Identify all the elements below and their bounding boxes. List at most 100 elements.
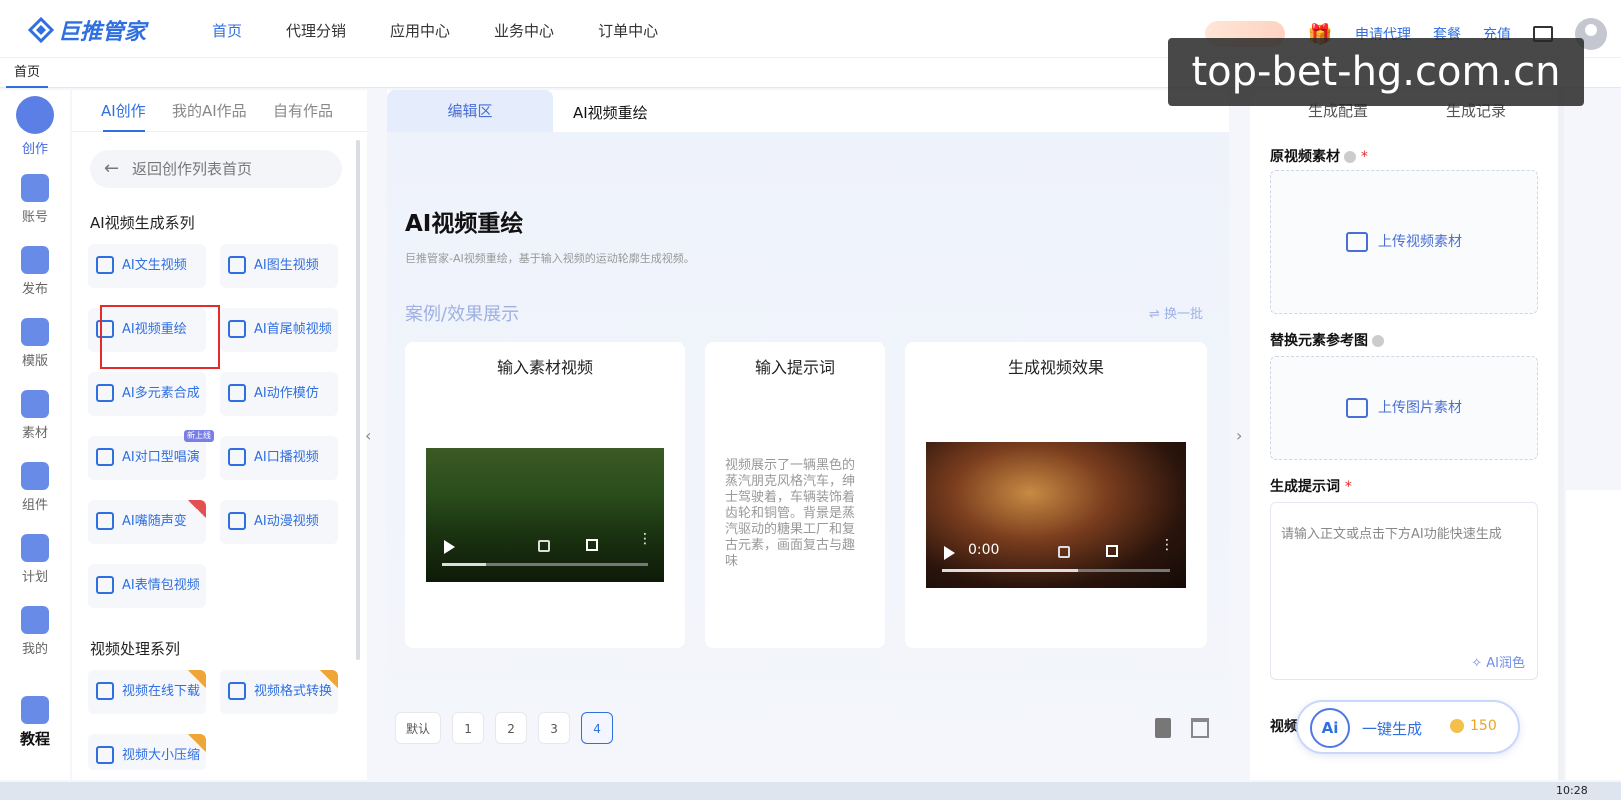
layers-icon bbox=[21, 318, 49, 346]
rail-item-plan[interactable]: 计划 bbox=[0, 534, 70, 585]
page-1[interactable]: 1 bbox=[452, 712, 485, 744]
rail-item-mine[interactable]: 我的 bbox=[0, 606, 70, 657]
publish-icon bbox=[21, 246, 49, 274]
prompt-textarea[interactable]: 请输入正文或点击下方AI功能快速生成 ✧ AI润色 bbox=[1270, 502, 1538, 680]
generate-label: 一键生成 bbox=[1362, 720, 1423, 738]
one-click-generate-button[interactable]: Ai 一键生成 150 bbox=[1296, 700, 1520, 754]
image-upload-icon bbox=[1346, 398, 1368, 418]
btn-emoji-video[interactable]: AI表情包视频 bbox=[88, 564, 206, 608]
info-icon[interactable] bbox=[1372, 335, 1384, 347]
user-add-icon bbox=[21, 174, 49, 202]
tab-ai-create[interactable]: AI创作 bbox=[101, 100, 146, 121]
btn-format-convert[interactable]: 视频格式转换 bbox=[220, 670, 338, 714]
config-panel: 生成配置 生成记录 原视频素材 * 上传视频素材 替换元素参考图 上传图片素材 … bbox=[1250, 90, 1558, 780]
rail-item-component[interactable]: 组件 bbox=[0, 462, 70, 513]
btn-motion-imitate[interactable]: AI动作模仿 bbox=[220, 372, 338, 416]
rail-item-template[interactable]: 模版 bbox=[0, 318, 70, 369]
btn-anime-video[interactable]: AI动漫视频 bbox=[220, 500, 338, 544]
left-panel-scrollbar[interactable] bbox=[356, 140, 360, 660]
progress-bar[interactable] bbox=[942, 569, 1170, 572]
play-icon[interactable] bbox=[944, 546, 955, 560]
tab-my-ai-works[interactable]: 我的AI作品 bbox=[172, 100, 247, 121]
page-4[interactable]: 4 bbox=[581, 712, 614, 744]
nav-orders[interactable]: 订单中心 bbox=[598, 20, 658, 41]
right-scrollbar[interactable] bbox=[1558, 90, 1564, 780]
page-2[interactable]: 2 bbox=[495, 712, 528, 744]
btn-multi-element[interactable]: AI多元素合成 bbox=[88, 372, 206, 416]
card-title: 输入提示词 bbox=[754, 358, 835, 377]
nav-business[interactable]: 业务中心 bbox=[494, 20, 554, 41]
coin-icon bbox=[1450, 719, 1464, 733]
pagination: 默认 1 2 3 4 bbox=[395, 712, 614, 744]
motion-icon bbox=[228, 384, 246, 402]
rail-label: 教程 bbox=[19, 730, 50, 748]
more-icon[interactable]: ⋮ bbox=[1160, 538, 1174, 558]
play-icon[interactable] bbox=[444, 540, 455, 554]
page-3[interactable]: 3 bbox=[538, 712, 571, 744]
btn-lip-sync[interactable]: AI对口型唱演 新上线 bbox=[88, 430, 214, 480]
voice-icon bbox=[96, 512, 114, 530]
tab-current-tool[interactable]: AI视频重绘 bbox=[573, 102, 648, 123]
main-nav: 首页 代理分销 应用中心 业务中心 订单中心 bbox=[212, 20, 658, 41]
input-video-player[interactable]: ⋮ bbox=[426, 448, 664, 582]
rail-label: 模版 bbox=[21, 354, 48, 369]
rail-item-material[interactable]: 素材 bbox=[0, 390, 70, 441]
btn-label: AI多元素合成 bbox=[122, 386, 200, 401]
mp4-icon bbox=[228, 682, 246, 700]
ai-polish-button[interactable]: ✧ AI润色 bbox=[1471, 652, 1525, 671]
back-label: 返回创作列表首页 bbox=[132, 160, 253, 178]
page-default[interactable]: 默认 bbox=[395, 712, 442, 744]
video-upload-icon bbox=[1346, 232, 1368, 252]
btn-video-download[interactable]: 视频在线下载 bbox=[88, 670, 206, 714]
upload-image-prompt: 上传图片素材 bbox=[1271, 397, 1537, 418]
tab-home[interactable]: 首页 bbox=[6, 58, 49, 88]
tab-own-works[interactable]: 自有作品 bbox=[273, 100, 333, 121]
creation-tabs: AI创作 我的AI作品 自有作品 bbox=[72, 90, 367, 132]
card-title: 输入素材视频 bbox=[496, 358, 593, 377]
back-to-list-button[interactable]: ← 返回创作列表首页 bbox=[90, 150, 342, 188]
swap-batch-button[interactable]: ⇌ 换一批 bbox=[1149, 303, 1203, 322]
btn-label: AI表情包视频 bbox=[122, 578, 200, 593]
collapse-left-icon[interactable]: ‹ bbox=[365, 426, 371, 445]
info-icon[interactable] bbox=[1344, 151, 1356, 163]
nav-home[interactable]: 首页 bbox=[212, 20, 242, 41]
collapse-right-icon[interactable]: › bbox=[1236, 426, 1242, 445]
btn-text-to-video[interactable]: AI文生视频 bbox=[88, 244, 206, 288]
app-logo[interactable]: 巨推管家 bbox=[28, 14, 146, 46]
btn-voice-change[interactable]: AI嘴随声变 bbox=[88, 500, 206, 544]
rail-item-create[interactable]: 创作 bbox=[0, 96, 70, 157]
progress-bar[interactable] bbox=[442, 563, 648, 566]
volume-icon[interactable] bbox=[1058, 546, 1070, 558]
tab-edit-area[interactable]: 编辑区 bbox=[387, 90, 553, 132]
nav-apps[interactable]: 应用中心 bbox=[390, 20, 450, 41]
upload-image-dropzone[interactable]: 上传图片素材 bbox=[1270, 356, 1538, 460]
btn-first-last-frame[interactable]: AI首尾帧视频 bbox=[220, 308, 338, 352]
rail-label: 发布 bbox=[21, 282, 48, 297]
frame-icon bbox=[228, 320, 246, 338]
rail-item-publish[interactable]: 发布 bbox=[0, 246, 70, 297]
btn-video-compress[interactable]: 视频大小压缩 bbox=[88, 734, 206, 770]
puzzle-icon bbox=[21, 462, 49, 490]
trash-icon[interactable] bbox=[1191, 718, 1209, 738]
creation-panel: AI创作 我的AI作品 自有作品 ← 返回创作列表首页 AI视频生成系列 AI文… bbox=[72, 90, 367, 780]
editor-tabs: 编辑区 AI视频重绘 bbox=[387, 90, 1229, 132]
processing-series-title: 视频处理系列 bbox=[90, 640, 181, 658]
editor-area: 编辑区 AI视频重绘 AI视频重绘 巨推管家-AI视频重绘，基于输入视频的运动轮… bbox=[387, 90, 1229, 780]
fullscreen-icon[interactable] bbox=[1106, 545, 1118, 557]
more-icon[interactable]: ⋮ bbox=[638, 532, 652, 552]
upload-video-dropzone[interactable]: 上传视频素材 bbox=[1270, 170, 1538, 314]
corner-tag bbox=[188, 734, 206, 752]
copy-icon[interactable] bbox=[1155, 718, 1171, 738]
clipped-section-label: 视频 bbox=[1270, 719, 1298, 735]
download-icon bbox=[96, 682, 114, 700]
icon-rail: 创作 账号 发布 模版 素材 组件 计划 我的 教程 bbox=[0, 90, 70, 780]
cloud-upload-icon bbox=[21, 390, 49, 418]
btn-talking-video[interactable]: AI口播视频 bbox=[220, 436, 338, 480]
fullscreen-icon[interactable] bbox=[586, 539, 598, 551]
rail-item-tutorial[interactable]: 教程 bbox=[0, 696, 70, 749]
volume-icon[interactable] bbox=[538, 540, 550, 552]
nav-agency[interactable]: 代理分销 bbox=[286, 20, 346, 41]
output-video-player[interactable]: 0:00 ⋮ bbox=[926, 442, 1186, 588]
btn-image-to-video[interactable]: AI图生视频 bbox=[220, 244, 338, 288]
rail-item-account[interactable]: 账号 bbox=[0, 174, 70, 225]
